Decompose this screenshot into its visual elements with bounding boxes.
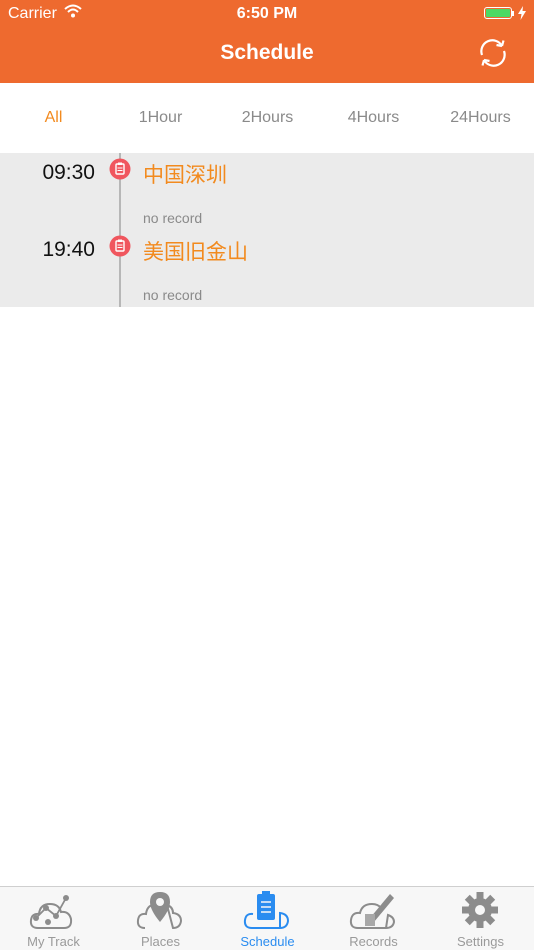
charging-icon xyxy=(518,6,526,20)
tab-records[interactable]: Records xyxy=(320,887,427,951)
entry-place[interactable]: 中国深圳 xyxy=(143,159,227,189)
page-title: Schedule xyxy=(220,41,314,64)
filter-4hours[interactable]: 4Hours xyxy=(320,83,427,153)
schedule-entry[interactable]: 19:40 美国旧金山 no record xyxy=(0,230,534,307)
filter-all[interactable]: All xyxy=(0,83,107,153)
place-pin-cloud-icon xyxy=(136,892,183,930)
gear-icon xyxy=(462,892,498,928)
entry-record-status: no record xyxy=(143,210,203,226)
filter-2hours[interactable]: 2Hours xyxy=(214,83,321,153)
schedule-list: 09:30 中国深圳 no record 19:40 美国旧金山 no reco… xyxy=(0,153,534,307)
tab-bar: My Track Places Schedule Records Setting… xyxy=(0,886,534,950)
battery-icon xyxy=(484,7,512,19)
header-bar: Carrier 6:50 PM Schedule xyxy=(0,0,534,83)
track-cloud-icon xyxy=(29,895,73,929)
tab-label: Places xyxy=(140,934,181,949)
filter-1hour[interactable]: 1Hour xyxy=(107,83,214,153)
tab-label: Settings xyxy=(457,934,504,949)
tab-my-track[interactable]: My Track xyxy=(0,887,107,951)
entry-record-status: no record xyxy=(143,287,203,303)
pencil-cloud-icon xyxy=(349,894,396,930)
tab-schedule[interactable]: Schedule xyxy=(214,887,321,951)
time-filter-bar: All 1Hour 2Hours 4Hours 24Hours xyxy=(0,83,534,153)
status-time: 6:50 PM xyxy=(236,5,298,22)
refresh-icon[interactable] xyxy=(474,34,512,72)
clipboard-icon xyxy=(109,235,131,257)
tab-label: Schedule xyxy=(240,934,295,949)
tab-settings[interactable]: Settings xyxy=(427,887,534,951)
entry-time: 19:40 xyxy=(42,238,95,261)
tab-places[interactable]: Places xyxy=(107,887,214,951)
status-bar: Carrier 6:50 PM xyxy=(0,0,534,28)
battery-tip xyxy=(512,11,514,16)
schedule-entry[interactable]: 09:30 中国深圳 no record xyxy=(0,153,534,230)
filter-24hours[interactable]: 24Hours xyxy=(427,83,534,153)
clipboard-icon xyxy=(109,158,131,180)
clipboard-cloud-icon xyxy=(243,891,290,930)
entry-place[interactable]: 美国旧金山 xyxy=(143,236,248,266)
entry-time: 09:30 xyxy=(42,161,95,184)
tab-label: Records xyxy=(349,934,398,949)
tab-label: My Track xyxy=(27,934,80,949)
